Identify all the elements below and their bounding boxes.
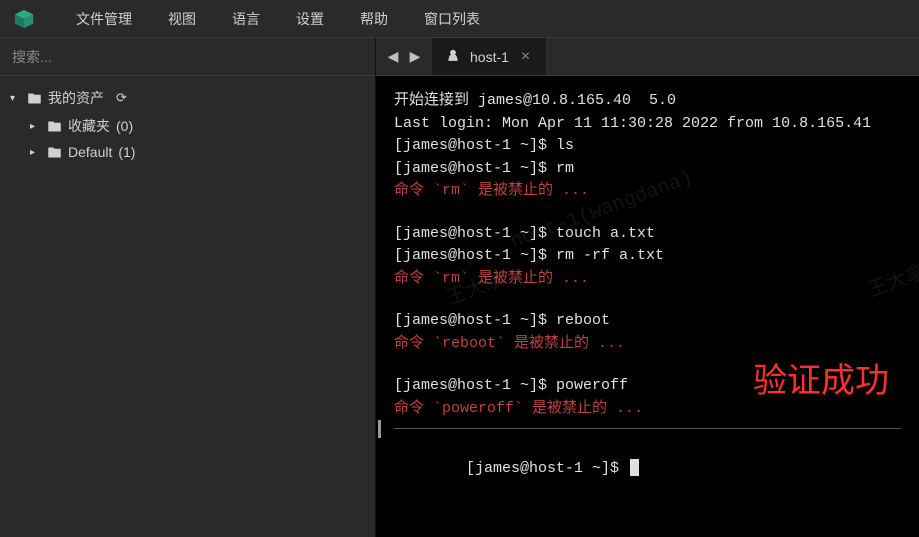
terminal-prompt-line: [james@host-1 ~]$ bbox=[394, 428, 901, 503]
app-logo-icon bbox=[12, 7, 36, 31]
terminal-line: Last login: Mon Apr 11 11:30:28 2022 fro… bbox=[394, 113, 901, 136]
menu-language[interactable]: 语言 bbox=[216, 3, 276, 35]
terminal-line bbox=[394, 203, 901, 223]
terminal-line: 命令 `rm` 是被禁止的 ... bbox=[394, 180, 901, 203]
tree-item-default[interactable]: ▸ Default (1) bbox=[0, 140, 375, 164]
terminal-line: [james@host-1 ~]$ rm bbox=[394, 158, 901, 181]
tree-item-count: (0) bbox=[116, 118, 133, 134]
terminal-line: [james@host-1 ~]$ ls bbox=[394, 135, 901, 158]
terminal-line: 开始连接到 james@10.8.165.40 5.0 bbox=[394, 90, 901, 113]
tab-host-1[interactable]: host-1 × bbox=[432, 38, 547, 75]
tree-root-my-assets[interactable]: ▾ 我的资产 ⟳ bbox=[0, 84, 375, 112]
terminal-line bbox=[394, 290, 901, 310]
success-badge: 验证成功 bbox=[753, 356, 889, 407]
prompt-text: [james@host-1 ~]$ bbox=[466, 460, 628, 477]
menu-settings[interactable]: 设置 bbox=[280, 3, 340, 35]
search-input[interactable]: 搜索... bbox=[0, 38, 375, 76]
search-label: 搜索 bbox=[12, 47, 40, 67]
refresh-icon[interactable]: ⟳ bbox=[116, 90, 127, 106]
menu-window-list[interactable]: 窗口列表 bbox=[408, 3, 496, 35]
terminal-line: [james@host-1 ~]$ touch a.txt bbox=[394, 223, 901, 246]
tab-next-button[interactable]: ▶ bbox=[406, 48, 424, 66]
tree-item-label: Default bbox=[68, 144, 112, 160]
terminal-line: [james@host-1 ~]$ rm -rf a.txt bbox=[394, 245, 901, 268]
caret-right-icon: ▸ bbox=[30, 121, 40, 132]
terminal-line: [james@host-1 ~]$ reboot bbox=[394, 310, 901, 333]
folder-icon bbox=[26, 91, 42, 106]
tab-label: host-1 bbox=[470, 49, 509, 65]
divider bbox=[378, 420, 381, 438]
menubar: 文件管理 视图 语言 设置 帮助 窗口列表 bbox=[0, 0, 919, 38]
tab-close-button[interactable]: × bbox=[519, 48, 532, 66]
terminal-line: 命令 `rm` 是被禁止的 ... bbox=[394, 268, 901, 291]
tree-item-count: (1) bbox=[118, 144, 135, 160]
tree-root-label: 我的资产 bbox=[48, 88, 104, 108]
folder-icon bbox=[46, 119, 62, 134]
tab-prev-button[interactable]: ◀ bbox=[384, 48, 402, 66]
menu-help[interactable]: 帮助 bbox=[344, 3, 404, 35]
menu-view[interactable]: 视图 bbox=[152, 3, 212, 35]
caret-down-icon: ▾ bbox=[10, 93, 20, 104]
terminal-line: 命令 `reboot` 是被禁止的 ... bbox=[394, 333, 901, 356]
linux-icon bbox=[446, 48, 460, 65]
sidebar: 搜索... ▾ 我的资产 ⟳ ▸ 收藏夹 (0) ▸ bbox=[0, 38, 376, 537]
caret-right-icon: ▸ bbox=[30, 147, 40, 158]
tabbar: ◀ ▶ host-1 × bbox=[376, 38, 919, 76]
asset-tree: ▾ 我的资产 ⟳ ▸ 收藏夹 (0) ▸ Default bbox=[0, 76, 375, 172]
terminal[interactable]: host-1(wangdana) 王大拿( 王大拿 开始连接到 james@10… bbox=[376, 76, 919, 537]
folder-icon bbox=[46, 145, 62, 160]
tree-item-label: 收藏夹 bbox=[68, 116, 110, 136]
tree-item-favorites[interactable]: ▸ 收藏夹 (0) bbox=[0, 112, 375, 140]
cursor-icon bbox=[630, 459, 639, 476]
menu-file[interactable]: 文件管理 bbox=[60, 3, 148, 35]
main-panel: ◀ ▶ host-1 × host-1(wangdana) 王大拿( 王大拿 开… bbox=[376, 38, 919, 537]
